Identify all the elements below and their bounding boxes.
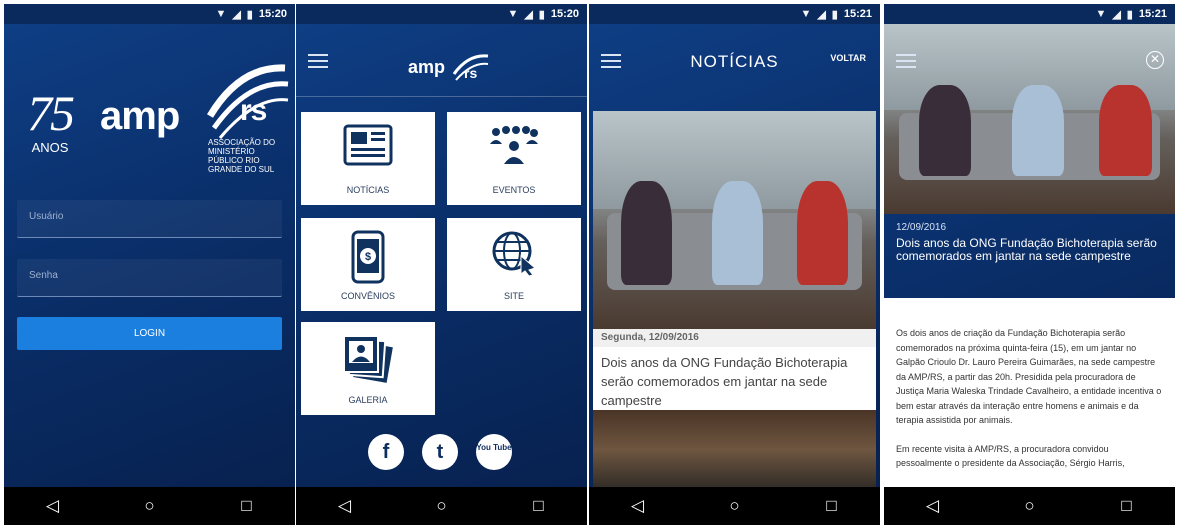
status-bar: ▼ ◢ ▮ 15:21 xyxy=(884,4,1175,24)
android-navbar: ◁ ○ □ xyxy=(884,487,1175,525)
logo-text: amp xyxy=(100,94,180,138)
article-paragraph: Os dois anos de criação da Fundação Bich… xyxy=(896,328,1162,425)
wifi-icon: ▼ xyxy=(800,8,812,20)
facebook-icon[interactable]: f xyxy=(368,434,404,470)
recent-nav-button[interactable]: □ xyxy=(812,496,852,516)
org-name: ASSOCIAÇÃO DO MINISTÉRIO PÚBLICO RIO GRA… xyxy=(208,138,276,174)
news-photo xyxy=(593,111,876,329)
svg-text:$: $ xyxy=(365,251,371,263)
amprs-logo: amp rs xyxy=(100,64,289,139)
recent-nav-button[interactable]: □ xyxy=(519,496,559,516)
android-navbar: ◁ ○ □ xyxy=(296,487,587,525)
wifi-icon: ▼ xyxy=(507,8,519,20)
svg-text:rs: rs xyxy=(464,65,477,81)
login-button[interactable]: LOGIN xyxy=(17,317,282,350)
tile-noticias[interactable]: NOTÍCIAS xyxy=(301,112,435,205)
home-nav-button[interactable]: ○ xyxy=(1010,496,1050,516)
android-navbar: ◁ ○ □ xyxy=(589,487,880,525)
signal-icon: ◢ xyxy=(524,8,533,21)
article-paragraph: Em recente visita à AMP/RS, a procurador… xyxy=(896,443,1125,469)
tile-label: GALERIA xyxy=(348,395,388,405)
signal-icon: ◢ xyxy=(232,8,241,21)
battery-icon: ▮ xyxy=(831,8,838,21)
logo-suffix: rs xyxy=(240,94,267,127)
home-nav-button[interactable]: ○ xyxy=(422,496,462,516)
signal-icon: ◢ xyxy=(817,8,826,21)
tile-site[interactable]: SITE xyxy=(447,218,581,311)
login-screen: ▼ ◢ ▮ 15:20 75 ANOS amp rs ASSOCIAÇÃO DO… xyxy=(4,4,295,525)
article-screen: ▼ ◢ ▮ 15:21 ✕ 12/09/2016 Dois anos da ON… xyxy=(884,4,1175,525)
menu-screen: ▼ ◢ ▮ 15:20 amp rs NOTÍCIAS EVENTOS $ CO… xyxy=(296,4,587,525)
home-nav-button[interactable]: ○ xyxy=(130,496,170,516)
status-bar: ▼ ◢ ▮ 15:20 xyxy=(296,4,587,24)
header-divider xyxy=(296,96,587,97)
wifi-icon: ▼ xyxy=(1095,8,1107,20)
amprs-logo-small: amp rs xyxy=(408,50,490,86)
status-bar: ▼ ◢ ▮ 15:20 xyxy=(4,4,295,24)
status-time: 15:20 xyxy=(550,8,579,20)
menu-icon[interactable] xyxy=(308,54,328,68)
tile-label: NOTÍCIAS xyxy=(346,185,390,195)
anniversary-badge: 75 ANOS xyxy=(18,88,82,155)
menu-icon[interactable] xyxy=(896,54,916,68)
back-nav-button[interactable]: ◁ xyxy=(325,496,365,516)
username-field[interactable]: Usuário xyxy=(17,200,282,238)
battery-icon: ▮ xyxy=(246,8,253,21)
battery-icon: ▮ xyxy=(538,8,545,21)
status-time: 15:21 xyxy=(843,8,872,20)
battery-icon: ▮ xyxy=(1126,8,1133,21)
logo-swoosh-icon: rs xyxy=(206,64,289,139)
password-field[interactable]: Senha xyxy=(17,259,282,297)
close-icon[interactable]: ✕ xyxy=(1146,51,1164,69)
phone-dollar-icon: $ xyxy=(351,230,385,294)
status-time: 15:21 xyxy=(1138,8,1167,20)
status-bar: ▼ ◢ ▮ 15:21 xyxy=(589,4,880,24)
photos-icon xyxy=(342,334,394,394)
logo-text: amp xyxy=(408,56,446,77)
tile-label: EVENTOS xyxy=(492,185,536,195)
article-headline: Dois anos da ONG Fundação Bichoterapia s… xyxy=(896,236,1157,263)
back-nav-button[interactable]: ◁ xyxy=(618,496,658,516)
recent-nav-button[interactable]: □ xyxy=(227,496,267,516)
article-body[interactable]: Os dois anos de criação da Fundação Bich… xyxy=(884,298,1175,487)
tile-label: SITE xyxy=(503,291,524,301)
back-button[interactable]: VOLTAR xyxy=(830,53,866,63)
wifi-icon: ▼ xyxy=(215,8,227,20)
news-card-photo-2[interactable] xyxy=(593,410,876,490)
tile-eventos[interactable]: EVENTOS xyxy=(447,112,581,205)
news-list-screen: ▼ ◢ ▮ 15:21 NOTÍCIAS VOLTAR Segunda, 12/… xyxy=(589,4,880,525)
logo-swoosh-icon: rs xyxy=(452,54,489,81)
signal-icon: ◢ xyxy=(1112,8,1121,21)
news-card[interactable]: Segunda, 12/09/2016 Dois anos da ONG Fun… xyxy=(593,111,876,413)
back-nav-button[interactable]: ◁ xyxy=(33,496,73,516)
newspaper-icon xyxy=(343,124,393,176)
recent-nav-button[interactable]: □ xyxy=(1107,496,1147,516)
article-photo xyxy=(884,24,1175,214)
globe-click-icon xyxy=(491,230,537,286)
tile-convenios[interactable]: $ CONVÊNIOS xyxy=(301,218,435,311)
article-date: 12/09/2016 xyxy=(896,222,947,233)
youtube-icon[interactable]: You Tube xyxy=(476,434,512,470)
audience-icon xyxy=(488,124,540,176)
anniversary-number: 75 xyxy=(27,85,75,141)
news-date: Segunda, 12/09/2016 xyxy=(593,329,876,347)
back-nav-button[interactable]: ◁ xyxy=(913,496,953,516)
android-navbar: ◁ ○ □ xyxy=(4,487,295,525)
tile-galeria[interactable]: GALERIA xyxy=(301,322,435,415)
twitter-icon[interactable]: t xyxy=(422,434,458,470)
status-time: 15:20 xyxy=(258,8,287,20)
home-nav-button[interactable]: ○ xyxy=(715,496,755,516)
news-headline[interactable]: Dois anos da ONG Fundação Bichoterapia s… xyxy=(593,347,876,413)
anniversary-label: ANOS xyxy=(31,140,69,155)
